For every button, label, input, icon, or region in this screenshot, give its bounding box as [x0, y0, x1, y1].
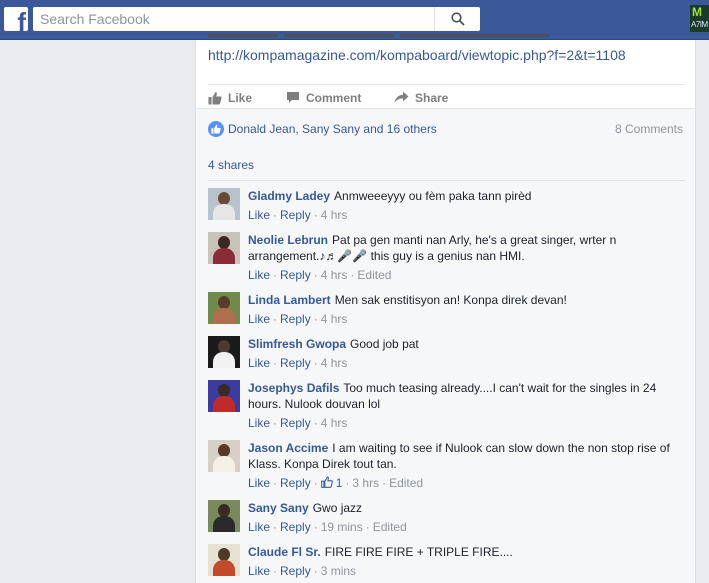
comment-like-link[interactable]: Like — [248, 520, 270, 534]
comment-likes-count[interactable]: 1 — [320, 476, 343, 490]
comment-author[interactable]: Neolie Lebrun — [248, 233, 328, 247]
comment-text: Gwo jazz — [312, 501, 363, 515]
comment-author[interactable]: Slimfresh Gwopa — [248, 337, 346, 351]
comment-reply-link[interactable]: Reply — [280, 268, 311, 282]
comment-meta: Like · Reply · 3 mins — [248, 564, 357, 578]
comment-body: Linda Lambert Men sak enstitisyon an! Kon… — [248, 292, 685, 308]
comment-text: Anmweeeyyy ou fèm paka tann pirèd — [334, 189, 532, 203]
share-label: Share — [415, 90, 449, 105]
comment-like-link[interactable]: Like — [248, 208, 270, 222]
comment-body: Jason Accime I am waiting to see if Nuloo… — [248, 440, 685, 472]
comment-meta: Like · Reply · 1 · 3 hrs · Edited — [248, 476, 424, 490]
comment-time[interactable]: 4 hrs — [321, 416, 348, 430]
comment-meta: Like · Reply · 4 hrs — [248, 312, 348, 326]
post-card: http://kompamagazine.com/kompaboard/view… — [195, 34, 696, 583]
comment-body: Sany Sany Gwo jazz — [248, 500, 685, 516]
search-button[interactable] — [434, 7, 480, 31]
comment-reply-link[interactable]: Reply — [280, 564, 311, 578]
comment-reply-link[interactable]: Reply — [280, 476, 311, 490]
comment-meta: Like · Reply · 4 hrs — [248, 208, 348, 222]
comment-text: Men sak enstitisyon an! Konpa direk deva… — [334, 293, 567, 307]
post-link[interactable]: http://kompamagazine.com/kompaboard/view… — [208, 47, 626, 63]
avatar[interactable] — [208, 292, 240, 324]
comment-author[interactable]: Linda Lambert — [248, 293, 331, 307]
comment-likes-number: 1 — [335, 476, 343, 490]
comment-text: FIRE FIRE FIRE + TRIPLE FIRE.... — [324, 545, 513, 559]
comments-count-link[interactable]: 8 Comments — [615, 122, 683, 136]
search-icon — [450, 12, 465, 26]
comment-author[interactable]: Gladmy Ladey — [248, 189, 330, 203]
avatar[interactable] — [208, 440, 240, 472]
likers-link[interactable]: Donald Jean, Sany Sany and 16 others — [228, 122, 437, 136]
comment-edited[interactable]: Edited — [373, 520, 407, 534]
comment-icon — [287, 92, 299, 103]
thumbnail-text-1: M — [692, 5, 702, 19]
thumbs-up-icon — [320, 476, 333, 488]
search-box — [33, 7, 480, 31]
avatar[interactable] — [208, 500, 240, 532]
comment-edited[interactable]: Edited — [389, 476, 423, 490]
reactions-bar: Donald Jean, Sany Sany and 16 others 8 C… — [196, 108, 695, 152]
avatar[interactable] — [208, 380, 240, 412]
comment-meta: Like · Reply · 4 hrs — [248, 416, 348, 430]
comment-author[interactable]: Sany Sany — [248, 501, 309, 515]
comment-like-link[interactable]: Like — [248, 268, 270, 282]
shares-bar: 4 shares — [196, 152, 695, 182]
comment-reply-link[interactable]: Reply — [280, 416, 311, 430]
comment-body: Gladmy Ladey Anmweeeyyy ou fèm paka tann … — [248, 188, 685, 204]
comment-meta: Like · Reply · 4 hrs — [248, 356, 348, 370]
comment-reply-link[interactable]: Reply — [280, 356, 311, 370]
comment-time[interactable]: 3 mins — [321, 564, 356, 578]
comment-like-link[interactable]: Like — [248, 564, 270, 578]
comment-like-link[interactable]: Like — [248, 312, 270, 326]
facebook-logo-icon[interactable]: f — [4, 7, 28, 31]
like-reaction-icon — [208, 121, 224, 137]
comment-body: Josephys Dafils Too much teasing already.… — [248, 380, 685, 412]
comment-like-link[interactable]: Like — [248, 416, 270, 430]
shares-link[interactable]: 4 shares — [208, 158, 254, 172]
clipped-text-line — [208, 34, 588, 44]
comment-body: Slimfresh Gwopa Good job pat — [248, 336, 685, 352]
comment-reply-link[interactable]: Reply — [280, 312, 311, 326]
thumbs-up-icon — [208, 91, 222, 104]
like-button[interactable]: Like — [208, 85, 252, 110]
comment-like-link[interactable]: Like — [248, 356, 270, 370]
comment-time[interactable]: 4 hrs — [321, 312, 348, 326]
share-icon — [394, 91, 409, 103]
comment-author[interactable]: Jason Accime — [248, 441, 328, 455]
avatar[interactable] — [208, 188, 240, 220]
share-button[interactable]: Share — [394, 85, 448, 110]
comment-author[interactable]: Claude Fl Sr. — [248, 545, 321, 559]
comment-time[interactable]: 19 mins — [321, 520, 363, 534]
search-input[interactable] — [33, 7, 433, 31]
avatar[interactable] — [208, 544, 240, 576]
post-actions: Like Comment Share — [208, 84, 685, 109]
comment-button[interactable]: Comment — [286, 85, 361, 110]
comment-time[interactable]: 4 hrs — [321, 356, 348, 370]
comment-edited[interactable]: Edited — [357, 268, 391, 282]
comment-author[interactable]: Josephys Dafils — [248, 381, 339, 395]
comment-text: Good job pat — [350, 337, 419, 351]
comment-label: Comment — [306, 90, 362, 105]
comment-reply-link[interactable]: Reply — [280, 208, 311, 222]
comment-reply-link[interactable]: Reply — [280, 520, 311, 534]
comment-body: Claude Fl Sr. FIRE FIRE FIRE + TRIPLE FIR… — [248, 544, 685, 560]
comment-time[interactable]: 4 hrs — [321, 268, 348, 282]
comment-meta: Like · Reply · 19 mins · Edited — [248, 520, 407, 534]
page-thumbnail[interactable]: M A7IM — [690, 5, 709, 32]
comment-time[interactable]: 3 hrs — [352, 476, 379, 490]
thumbnail-text-2: A7IM — [691, 20, 708, 29]
like-label: Like — [228, 90, 253, 105]
comment-body: Neolie Lebrun Pat pa gen manti nan Arly, … — [248, 232, 685, 264]
avatar[interactable] — [208, 232, 240, 264]
comment-like-link[interactable]: Like — [248, 476, 270, 490]
avatar[interactable] — [208, 336, 240, 368]
divider — [208, 180, 685, 181]
comment-meta: Like · Reply · 4 hrs · Edited — [248, 268, 392, 282]
comment-time[interactable]: 4 hrs — [321, 208, 348, 222]
